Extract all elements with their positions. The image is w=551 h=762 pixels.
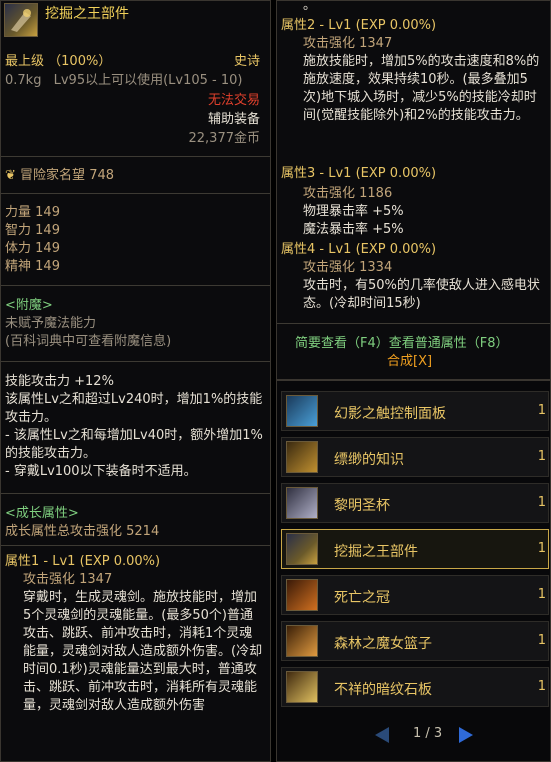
list-item[interactable]: 死亡之冠 1 [281,575,549,615]
continuation-dot: 。 [303,0,317,13]
level-requirement: Lv95以上可以使用(Lv105 - 10) [53,73,243,88]
grade-label: 最上级 [5,54,45,69]
attr3-attack: 攻击强化 1186 [303,186,393,201]
list-item-count: 1 [537,587,546,602]
control-panel-icon [286,395,318,427]
divider [1,361,270,362]
list-item-count: 1 [537,495,546,510]
compose-button[interactable]: 合成[X] [387,353,546,371]
divider [1,193,270,194]
fame-value: 748 [89,168,115,183]
list-item-count: 1 [537,679,546,694]
skill-desc: 该属性Lv之和超过Lv240时，增加1%的技能攻击力。 [5,392,263,425]
list-item[interactable]: 黎明圣杯 1 [281,483,549,523]
skill-desc: - 穿戴Lv100以下装备时不适用。 [5,464,197,479]
crown-icon [286,579,318,611]
list-item-count: 1 [537,403,546,418]
list-item-label: 挖掘之王部件 [334,544,418,560]
grade-pct: （100%） [48,54,112,69]
list-item-count: 1 [537,449,546,464]
basket-icon [286,625,318,657]
attr4-desc: 攻击时，有50%的几率使敌人进入感电状态。(冷却时间15秒) [303,278,540,311]
list-item-label: 森林之魔女篮子 [334,636,432,652]
list-item-label: 死亡之冠 [334,590,390,606]
hotkey-hint: 简要查看（F4）查看普通属性（F8） [295,336,509,351]
item-price: 22,377金币 [188,131,261,146]
rarity-label: 史诗 [233,54,260,69]
stat-row: 智力 149 [5,223,60,238]
attr1-desc: 穿戴时，生成灵魂剑。施放技能时，增加5个灵魂剑的灵魂能量。(最多50个)普通攻击… [23,590,263,713]
list-item[interactable]: 缥缈的知识 1 [281,437,549,477]
tablet-icon [286,671,318,703]
attr2-desc: 施放技能时，增加5%的攻击速度和8%的施放速度，效果持续10秒。(最多叠加5次)… [303,54,540,123]
prev-page-icon[interactable] [375,727,389,743]
attr1-attack: 攻击强化 1347 [23,572,113,587]
item-list-panel: 幻影之触控制面板 1 缥缈的知识 1 黎明圣杯 1 挖掘之王部件 1 死亡之冠 … [276,380,551,762]
attr4-attack: 攻击强化 1334 [303,260,393,275]
list-item-selected[interactable]: 挖掘之王部件 1 [281,529,549,569]
skill-attack: 技能攻击力 +12% [5,374,114,389]
trade-status: 无法交易 [207,93,260,108]
list-item-label: 不祥的暗纹石板 [334,682,432,698]
list-item-count: 1 [537,541,546,556]
list-item[interactable]: 幻影之触控制面板 1 [281,391,549,431]
enchant-title: <附魔> [5,298,53,313]
grail-icon [286,487,318,519]
item-tooltip-continued: 。 属性2 - Lv1 (EXP 0.00%) 攻击强化 1347 施放技能时，… [276,0,551,380]
stat-row: 力量 149 [5,205,60,220]
knowledge-icon [286,441,318,473]
enchant-status: 未赋予魔法能力 [5,316,97,331]
skill-desc: - 该属性Lv之和每增加Lv40时，额外增加1%的技能攻击力。 [5,428,263,461]
enchant-hint: (百科词典中可查看附魔信息) [5,334,172,349]
divider [1,285,270,286]
growth-title: <成长属性> [5,506,79,521]
attr2-attack: 攻击强化 1347 [303,36,393,51]
list-item[interactable]: 森林之魔女篮子 1 [281,621,549,661]
list-item-label: 缥缈的知识 [334,452,404,468]
list-item-label: 黎明圣杯 [334,498,390,514]
divider [1,156,270,157]
item-icon [4,3,38,37]
item-weight: 0.7kg [5,73,42,88]
fame-label: 冒险家名望 [20,168,86,183]
attr1-title: 属性1 - Lv1 (EXP 0.00%) [5,554,161,569]
page-indicator: 1 / 3 [413,726,443,741]
divider [277,323,550,324]
growth-total: 成长属性总攻击强化 5214 [5,524,160,539]
divider [1,545,270,546]
next-page-icon[interactable] [459,727,473,743]
attr3-title: 属性3 - Lv1 (EXP 0.00%) [281,166,437,181]
item-tooltip: 挖掘之王部件 最上级 （100%） 史诗 0.7kg Lv95以上可以使用(Lv… [0,0,271,762]
attr3-line: 物理暴击率 +5% [303,204,404,219]
list-item-label: 幻影之触控制面板 [334,406,446,422]
attr3-line: 魔法暴击率 +5% [303,222,404,237]
attr2-title: 属性2 - Lv1 (EXP 0.00%) [281,18,437,33]
equip-slot: 辅助装备 [207,112,260,127]
attr4-title: 属性4 - Lv1 (EXP 0.00%) [281,242,437,257]
item-name: 挖掘之王部件 [45,6,129,22]
stat-row: 精神 149 [5,259,60,274]
list-item[interactable]: 不祥的暗纹石板 1 [281,667,549,707]
list-item-count: 1 [537,633,546,648]
stat-row: 体力 149 [5,241,60,256]
divider [1,493,270,494]
drill-part-icon [286,533,318,565]
fame-icon: ❦ [5,168,16,183]
